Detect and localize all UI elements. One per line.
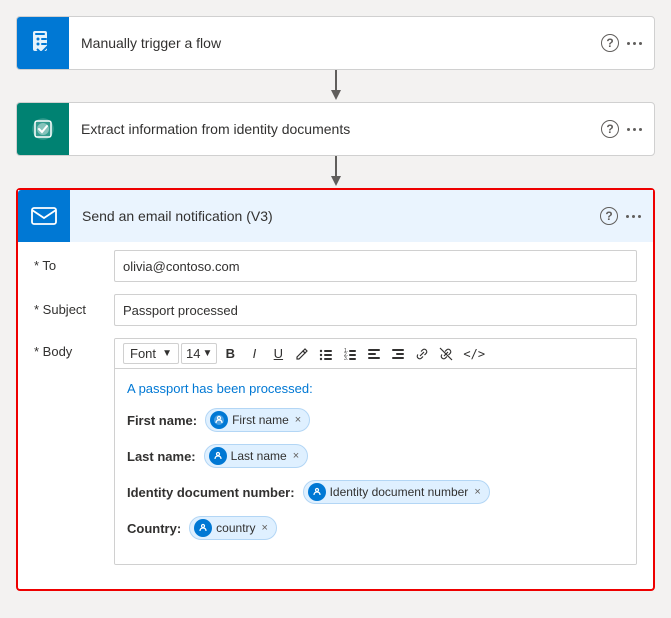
- first-name-token-icon: [210, 411, 228, 429]
- italic-button[interactable]: I: [243, 344, 265, 363]
- first-name-token-close[interactable]: ×: [295, 414, 301, 426]
- id-number-token[interactable]: Identity document number ×: [303, 480, 490, 504]
- trigger-title: Manually trigger a flow: [69, 35, 601, 51]
- email-actions: ?: [600, 207, 653, 225]
- email-icon: [18, 190, 70, 242]
- first-name-label: First name:: [127, 413, 197, 428]
- editor-toolbar: Font ▼ 14 ▼ B I U: [115, 339, 636, 369]
- last-name-token-close[interactable]: ×: [293, 450, 299, 462]
- first-name-token-text: First name: [232, 413, 289, 427]
- extract-actions: ?: [601, 120, 654, 138]
- size-select[interactable]: 14 ▼: [181, 343, 217, 364]
- extract-more-icon[interactable]: [627, 128, 642, 131]
- arrow-2: [326, 156, 346, 188]
- flow-container: Manually trigger a flow ?: [16, 16, 655, 591]
- subject-label: * Subject: [34, 294, 114, 317]
- country-label: Country:: [127, 521, 181, 536]
- last-name-token[interactable]: Last name ×: [204, 444, 308, 468]
- last-name-label: Last name:: [127, 449, 196, 464]
- extract-card: Extract information from identity docume…: [16, 102, 655, 156]
- trigger-card: Manually trigger a flow ?: [16, 16, 655, 70]
- editor-content[interactable]: A passport has been processed: First nam…: [115, 369, 636, 564]
- body-editor: Font ▼ 14 ▼ B I U: [114, 338, 637, 565]
- arrow-1: [326, 70, 346, 102]
- country-token-text: country: [216, 521, 255, 535]
- ordered-list-button[interactable]: 1.2.3.: [339, 345, 361, 363]
- email-form: * To * Subject * Body Font ▼: [18, 242, 653, 589]
- body-row: * Body Font ▼ 14 ▼ B I U: [34, 338, 637, 565]
- id-number-token-text: Identity document number: [330, 485, 469, 499]
- to-input[interactable]: [114, 250, 637, 282]
- trigger-actions: ?: [601, 34, 654, 52]
- pen-button[interactable]: [291, 345, 313, 363]
- id-number-label: Identity document number:: [127, 485, 295, 500]
- email-more-icon[interactable]: [626, 215, 641, 218]
- country-token-icon: [194, 519, 212, 537]
- align-left-button[interactable]: [363, 345, 385, 363]
- country-row: Country: country ×: [127, 516, 624, 540]
- trigger-more-icon[interactable]: [627, 42, 642, 45]
- id-number-token-close[interactable]: ×: [474, 486, 480, 498]
- unlink-button[interactable]: [435, 345, 457, 363]
- first-name-row: First name: First name: [127, 408, 624, 432]
- extract-help-icon[interactable]: ?: [601, 120, 619, 138]
- first-name-token[interactable]: First name ×: [205, 408, 310, 432]
- font-dropdown-arrow: ▼: [162, 348, 172, 359]
- body-label: * Body: [34, 338, 114, 359]
- to-label: * To: [34, 250, 114, 273]
- email-card: Send an email notification (V3) ? * To *…: [16, 188, 655, 591]
- svg-text:3.: 3.: [344, 356, 348, 361]
- size-dropdown-arrow: ▼: [202, 348, 212, 359]
- to-row: * To: [34, 250, 637, 286]
- trigger-icon: [17, 17, 69, 69]
- last-name-token-text: Last name: [231, 449, 287, 463]
- bold-button[interactable]: B: [219, 344, 241, 363]
- email-card-header: Send an email notification (V3) ?: [18, 190, 653, 242]
- underline-button[interactable]: U: [267, 344, 289, 363]
- align-right-button[interactable]: [387, 345, 409, 363]
- extract-title: Extract information from identity docume…: [69, 121, 601, 137]
- extract-icon: [17, 103, 69, 155]
- id-number-token-icon: [308, 483, 326, 501]
- country-token-close[interactable]: ×: [262, 522, 268, 534]
- last-name-token-icon: [209, 447, 227, 465]
- email-help-icon[interactable]: ?: [600, 207, 618, 225]
- trigger-help-icon[interactable]: ?: [601, 34, 619, 52]
- body-intro-text: A passport has been processed:: [127, 381, 624, 396]
- link-button[interactable]: [411, 345, 433, 363]
- last-name-row: Last name: Last name ×: [127, 444, 624, 468]
- subject-row: * Subject: [34, 294, 637, 330]
- email-title: Send an email notification (V3): [70, 208, 600, 224]
- code-button[interactable]: </>: [459, 345, 489, 363]
- id-number-row: Identity document number: Identity docum…: [127, 480, 624, 504]
- font-select[interactable]: Font ▼: [123, 343, 179, 364]
- subject-input[interactable]: [114, 294, 637, 326]
- country-token[interactable]: country ×: [189, 516, 277, 540]
- bullet-list-button[interactable]: [315, 345, 337, 363]
